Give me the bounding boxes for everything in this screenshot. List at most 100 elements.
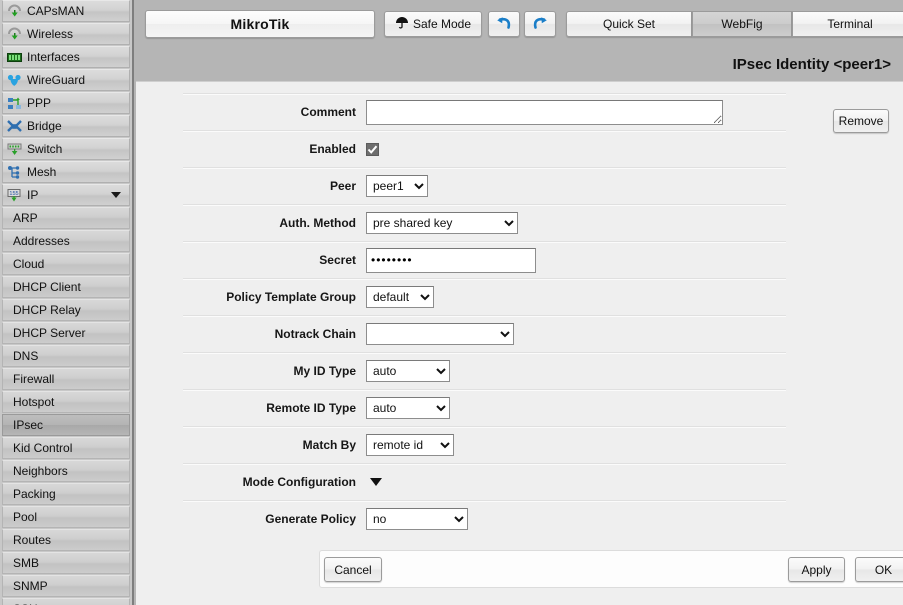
tab-webfig[interactable]: WebFig	[692, 11, 792, 37]
sidebar-item-capsman[interactable]: CAPsMAN	[2, 0, 130, 22]
tab-quick-set[interactable]: Quick Set	[566, 11, 692, 37]
form-row-match-by: Match By remote id	[183, 426, 786, 463]
form-row-secret: Secret	[183, 241, 786, 278]
sidebar-item-mesh[interactable]: Mesh	[2, 161, 130, 183]
redo-arrow-icon	[531, 15, 549, 34]
sidebar-item-neighbors[interactable]: Neighbors	[2, 460, 130, 482]
sidebar-item-label: Neighbors	[13, 464, 68, 478]
sidebar-item-ppp[interactable]: PPP	[2, 92, 130, 114]
page-title-label: IPsec Identity <peer1>	[733, 56, 891, 73]
secret-input[interactable]	[366, 248, 536, 273]
sidebar-item-arp[interactable]: ARP	[2, 207, 130, 229]
comment-input[interactable]	[366, 100, 723, 125]
sidebar-item-ip[interactable]: 155 IP	[2, 184, 130, 206]
undo-button[interactable]	[488, 11, 520, 37]
auth-method-select[interactable]: pre shared key	[366, 212, 518, 234]
sidebar-item-dhcp-client[interactable]: DHCP Client	[2, 276, 130, 298]
sidebar-item-label: DHCP Client	[13, 280, 81, 294]
cancel-button[interactable]: Cancel	[324, 557, 382, 582]
redo-button[interactable]	[524, 11, 556, 37]
comment-label: Comment	[183, 105, 366, 119]
sidebar-item-routes[interactable]: Routes	[2, 529, 130, 551]
remote-id-type-select[interactable]: auto	[366, 397, 450, 419]
form-row-auth-method: Auth. Method pre shared key	[183, 204, 786, 241]
sidebar-item-smb[interactable]: SMB	[2, 552, 130, 574]
peer-select[interactable]: peer1	[366, 175, 428, 197]
form-row-peer: Peer peer1	[183, 167, 786, 204]
sidebar-item-dhcp-server[interactable]: DHCP Server	[2, 322, 130, 344]
sidebar-item-firewall[interactable]: Firewall	[2, 368, 130, 390]
peer-label: Peer	[183, 179, 366, 193]
enabled-checkbox[interactable]	[366, 143, 379, 156]
sidebar-item-dns[interactable]: DNS	[2, 345, 130, 367]
page-title: IPsec Identity <peer1>	[134, 47, 903, 81]
sidebar: CAPsMAN Wireless	[0, 0, 134, 605]
sidebar-item-label: Switch	[27, 142, 62, 156]
form-row-generate-policy: Generate Policy no	[183, 500, 786, 537]
sidebar-item-wireless[interactable]: Wireless	[2, 23, 130, 45]
sidebar-item-label: CAPsMAN	[27, 4, 84, 18]
wireless-icon	[6, 27, 23, 42]
form-row-comment: Comment	[183, 93, 786, 130]
sidebar-item-label: PPP	[27, 96, 51, 110]
safe-mode-button[interactable]: Safe Mode	[384, 11, 482, 37]
match-by-label: Match By	[183, 438, 366, 452]
mesh-icon	[6, 165, 23, 180]
sidebar-item-wireguard[interactable]: WireGuard	[2, 69, 130, 91]
sidebar-item-label: Mesh	[27, 165, 56, 179]
form-row-remote-id-type: Remote ID Type auto	[183, 389, 786, 426]
ok-button-label: OK	[875, 563, 892, 577]
apply-button-label: Apply	[801, 563, 831, 577]
apply-button[interactable]: Apply	[788, 557, 845, 582]
tab-terminal[interactable]: Terminal	[792, 11, 903, 37]
notrack-chain-select[interactable]	[366, 323, 514, 345]
enabled-label: Enabled	[183, 142, 366, 156]
sidebar-item-switch[interactable]: Switch	[2, 138, 130, 160]
bridge-icon	[6, 119, 23, 134]
triangle-down-icon[interactable]	[370, 478, 382, 486]
sidebar-item-cloud[interactable]: Cloud	[2, 253, 130, 275]
device-title: MikroTik	[145, 10, 375, 38]
ppp-icon	[6, 96, 23, 111]
sidebar-item-label: Routes	[13, 533, 51, 547]
my-id-type-select[interactable]: auto	[366, 360, 450, 382]
sidebar-item-label: Wireless	[27, 27, 73, 41]
ip-icon: 155	[6, 188, 23, 203]
match-by-select[interactable]: remote id	[366, 434, 454, 456]
sidebar-item-interfaces[interactable]: Interfaces	[2, 46, 130, 68]
device-title-label: MikroTik	[231, 16, 290, 32]
my-id-type-label: My ID Type	[183, 364, 366, 378]
sidebar-item-pool[interactable]: Pool	[2, 506, 130, 528]
switch-icon	[6, 142, 23, 157]
tab-label: WebFig	[721, 17, 762, 31]
sidebar-item-label: Interfaces	[27, 50, 80, 64]
remote-id-type-label: Remote ID Type	[183, 401, 366, 415]
sidebar-item-label: Hotspot	[13, 395, 54, 409]
sidebar-item-snmp[interactable]: SNMP	[2, 575, 130, 597]
sidebar-item-ssh[interactable]: SSH	[2, 598, 130, 605]
form-row-enabled: Enabled	[183, 130, 786, 167]
sidebar-item-label: Cloud	[13, 257, 44, 271]
sidebar-item-dhcp-relay[interactable]: DHCP Relay	[2, 299, 130, 321]
sidebar-item-label: ARP	[13, 211, 38, 225]
sidebar-item-bridge[interactable]: Bridge	[2, 115, 130, 137]
sidebar-item-label: Kid Control	[13, 441, 72, 455]
sidebar-item-addresses[interactable]: Addresses	[2, 230, 130, 252]
auth-method-label: Auth. Method	[183, 216, 366, 230]
generate-policy-select[interactable]: no	[366, 508, 468, 530]
capsman-icon	[6, 4, 23, 19]
sidebar-item-packing[interactable]: Packing	[2, 483, 130, 505]
chevron-down-icon	[111, 192, 121, 198]
sidebar-item-label: DHCP Server	[13, 326, 85, 340]
interfaces-icon	[6, 50, 23, 65]
sidebar-item-kid-control[interactable]: Kid Control	[2, 437, 130, 459]
umbrella-icon	[395, 16, 409, 33]
notrack-chain-label: Notrack Chain	[183, 327, 366, 341]
policy-template-group-select[interactable]: default	[366, 286, 434, 308]
sidebar-item-label: IPsec	[13, 418, 43, 432]
sidebar-item-ipsec[interactable]: IPsec	[2, 414, 130, 436]
sidebar-item-hotspot[interactable]: Hotspot	[2, 391, 130, 413]
undo-arrow-icon	[495, 15, 513, 34]
remove-button[interactable]: Remove	[833, 109, 889, 133]
ok-button[interactable]: OK	[855, 557, 903, 582]
